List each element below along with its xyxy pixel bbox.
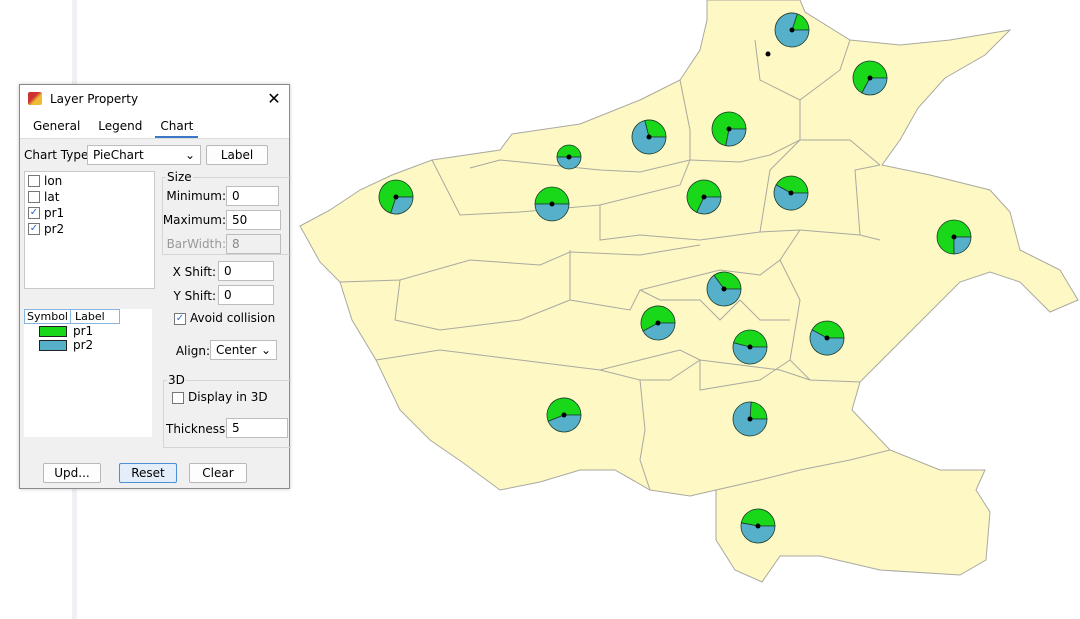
pie-center-point bbox=[755, 523, 761, 529]
chevron-down-icon: ⌄ bbox=[184, 148, 195, 162]
symbol-header: Symbol bbox=[24, 309, 71, 324]
align-value: Center bbox=[216, 343, 257, 357]
dialog-titlebar: Layer Property ✕ bbox=[20, 85, 289, 112]
pie-center-point bbox=[726, 126, 732, 132]
xshift-label: X Shift: bbox=[172, 265, 216, 279]
align-label: Align: bbox=[175, 344, 210, 358]
yshift-input[interactable]: 0 bbox=[218, 285, 274, 305]
pie-center-point bbox=[549, 201, 555, 207]
chart-type-select[interactable]: PieChart ⌄ bbox=[87, 145, 201, 165]
city-point bbox=[765, 51, 771, 57]
legend-item-pr1[interactable]: pr1 bbox=[24, 324, 152, 338]
barwidth-label: BarWidth: bbox=[166, 237, 226, 251]
field-name: lat bbox=[44, 190, 60, 204]
checkbox[interactable] bbox=[28, 191, 40, 203]
field-lon[interactable]: lon bbox=[25, 173, 154, 189]
update-button[interactable]: Upd... bbox=[43, 463, 101, 483]
legend-list: Symbol Label pr1 pr2 bbox=[24, 309, 152, 437]
maximum-label: Maximum: bbox=[162, 213, 226, 227]
pie-center-point bbox=[824, 335, 830, 341]
xshift-input[interactable]: 0 bbox=[218, 261, 274, 281]
display-3d-label: Display in 3D bbox=[188, 390, 268, 404]
pie-center-point bbox=[701, 194, 707, 200]
app-icon bbox=[28, 92, 42, 105]
pie-center-point bbox=[393, 194, 399, 200]
checkbox[interactable] bbox=[28, 175, 40, 187]
legend-item-pr2[interactable]: pr2 bbox=[24, 338, 152, 352]
pie-center-point bbox=[721, 286, 727, 292]
pie-center-point bbox=[788, 190, 794, 196]
label-button[interactable]: Label bbox=[206, 145, 268, 165]
clear-button[interactable]: Clear bbox=[189, 463, 247, 483]
pie-center-point bbox=[951, 234, 957, 240]
barwidth-input: 8 bbox=[226, 234, 281, 254]
checkbox-checked[interactable]: ✓ bbox=[28, 223, 40, 235]
tab-chart[interactable]: Chart bbox=[151, 112, 202, 138]
pie-center-point bbox=[789, 27, 795, 33]
display-3d-checkbox[interactable]: Display in 3D bbox=[172, 390, 268, 404]
pie-center-point bbox=[646, 134, 652, 140]
checkbox[interactable] bbox=[172, 391, 184, 404]
checkbox-checked[interactable]: ✓ bbox=[28, 207, 40, 219]
3d-group-label: 3D bbox=[167, 373, 186, 387]
minimum-label: Minimum: bbox=[166, 189, 226, 203]
pr1-swatch bbox=[39, 325, 67, 337]
field-name: lon bbox=[44, 174, 63, 188]
align-select[interactable]: Center ⌄ bbox=[210, 340, 277, 360]
avoid-collision-label: Avoid collision bbox=[190, 311, 276, 325]
tab-general[interactable]: General bbox=[24, 112, 89, 138]
pie-center-point bbox=[566, 154, 572, 160]
tab-legend[interactable]: Legend bbox=[89, 112, 151, 138]
yshift-label: Y Shift: bbox=[173, 289, 216, 303]
legend-label: pr2 bbox=[73, 338, 94, 352]
checkbox-checked[interactable]: ✓ bbox=[174, 312, 186, 325]
pr2-swatch bbox=[39, 339, 67, 351]
chart-type-value: PieChart bbox=[93, 148, 144, 162]
layer-property-dialog: Layer Property ✕ General Legend Chart Ch… bbox=[19, 84, 291, 489]
pie-center-point bbox=[747, 416, 753, 422]
pie-center-point bbox=[867, 75, 873, 81]
reset-button[interactable]: Reset bbox=[119, 463, 177, 483]
avoid-collision-checkbox[interactable]: ✓ Avoid collision bbox=[174, 311, 275, 325]
chart-type-label: Chart Type: bbox=[24, 148, 93, 162]
tab-bar: General Legend Chart bbox=[20, 112, 289, 139]
pie-center-point bbox=[655, 320, 661, 326]
label-header: Label bbox=[70, 309, 120, 324]
field-list: lon lat ✓ pr1 ✓ pr2 bbox=[24, 171, 155, 289]
minimum-input[interactable]: 0 bbox=[226, 186, 279, 206]
size-group-label: Size bbox=[166, 170, 193, 184]
pie-center-point bbox=[561, 412, 567, 418]
field-name: pr2 bbox=[44, 222, 65, 236]
legend-header: Symbol Label bbox=[24, 309, 152, 324]
field-lat[interactable]: lat bbox=[25, 189, 154, 205]
dialog-title: Layer Property bbox=[50, 91, 139, 106]
chevron-down-icon: ⌄ bbox=[260, 343, 271, 357]
province-outline bbox=[299, 0, 1079, 583]
field-pr2[interactable]: ✓ pr2 bbox=[25, 221, 154, 237]
maximum-input[interactable]: 50 bbox=[226, 210, 281, 230]
field-name: pr1 bbox=[44, 206, 65, 220]
thickness-label: Thickness: bbox=[166, 422, 230, 436]
pie-center-point bbox=[747, 344, 753, 350]
legend-label: pr1 bbox=[73, 324, 94, 338]
thickness-input[interactable]: 5 bbox=[226, 418, 288, 438]
field-pr1[interactable]: ✓ pr1 bbox=[25, 205, 154, 221]
close-icon[interactable]: ✕ bbox=[259, 89, 289, 108]
